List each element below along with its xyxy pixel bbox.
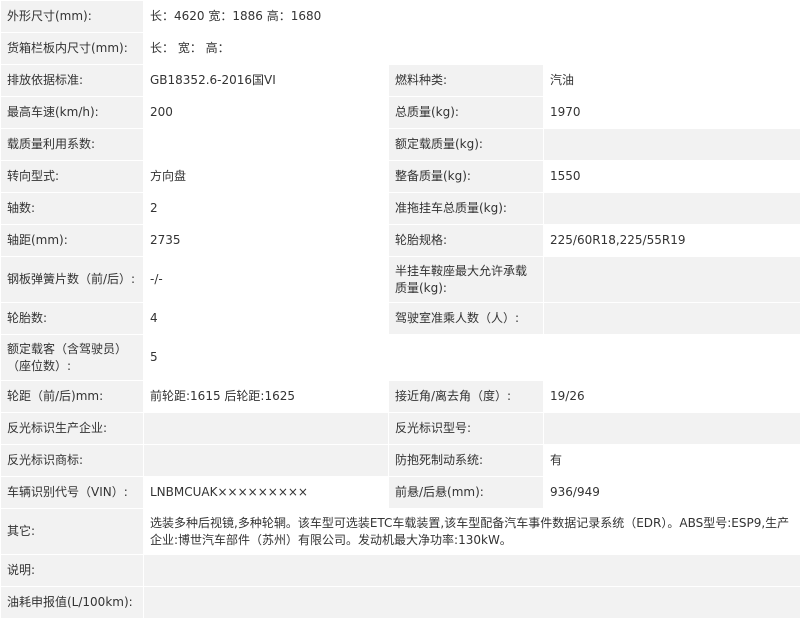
row-label: 半挂车鞍座最大允许承载质量(kg):	[389, 257, 544, 303]
row-label: 其它:	[1, 509, 144, 555]
row-value	[544, 257, 800, 303]
table-row: 最高车速(km/h): 200 总质量(kg): 1970	[1, 97, 800, 129]
row-label: 载质量利用系数:	[1, 129, 144, 161]
row-value: 汽油	[544, 65, 800, 97]
row-value: 有	[544, 445, 800, 477]
row-label: 说明:	[1, 555, 144, 587]
row-value	[544, 193, 800, 225]
row-value: GB18352.6-2016国VI	[144, 65, 389, 97]
row-label: 油耗申报值(L/100km):	[1, 587, 144, 619]
row-label: 最高车速(km/h):	[1, 97, 144, 129]
table-row: 油耗申报值(L/100km):	[1, 587, 800, 619]
row-label: 外形尺寸(mm):	[1, 1, 144, 33]
row-label: 转向型式:	[1, 161, 144, 193]
table-row: 反光标识商标: 防抱死制动系统: 有	[1, 445, 800, 477]
row-value: LNBMCUAK×××××××××	[144, 477, 389, 509]
row-value	[144, 445, 389, 477]
table-row: 货箱栏板内尺寸(mm): 长： 宽： 高：	[1, 33, 800, 65]
row-label: 总质量(kg):	[389, 97, 544, 129]
row-label: 轴距(mm):	[1, 225, 144, 257]
row-label: 轴数:	[1, 193, 144, 225]
table-row: 额定载客（含驾驶员）（座位数）: 5	[1, 335, 800, 381]
table-row: 外形尺寸(mm): 长：4620 宽：1886 高：1680	[1, 1, 800, 33]
row-value	[144, 413, 389, 445]
row-label: 额定载客（含驾驶员）（座位数）:	[1, 335, 144, 381]
row-value	[544, 413, 800, 445]
row-value: 225/60R18,225/55R19	[544, 225, 800, 257]
row-label: 反光标识生产企业:	[1, 413, 144, 445]
vehicle-spec-table: 外形尺寸(mm): 长：4620 宽：1886 高：1680 货箱栏板内尺寸(m…	[0, 0, 800, 619]
table-row: 排放依据标准: GB18352.6-2016国VI 燃料种类: 汽油	[1, 65, 800, 97]
table-row: 反光标识生产企业: 反光标识型号:	[1, 413, 800, 445]
table-row: 轴距(mm): 2735 轮胎规格: 225/60R18,225/55R19	[1, 225, 800, 257]
row-label: 驾驶室准乘人数（人）:	[389, 303, 544, 335]
row-value	[544, 129, 800, 161]
row-value: 4	[144, 303, 389, 335]
row-value: -/-	[144, 257, 389, 303]
row-value	[144, 587, 800, 619]
row-label: 反光标识商标:	[1, 445, 144, 477]
row-value	[144, 129, 389, 161]
row-value	[544, 303, 800, 335]
table-row: 轮距（前/后)mm: 前轮距:1615 后轮距:1625 接近角/离去角（度）:…	[1, 381, 800, 413]
table-row: 载质量利用系数: 额定载质量(kg):	[1, 129, 800, 161]
row-label: 前悬/后悬(mm):	[389, 477, 544, 509]
row-value: 5	[144, 335, 800, 381]
row-value: 200	[144, 97, 389, 129]
row-value: 长：4620 宽：1886 高：1680	[144, 1, 800, 33]
row-value: 1970	[544, 97, 800, 129]
row-label: 轮距（前/后)mm:	[1, 381, 144, 413]
row-label: 反光标识型号:	[389, 413, 544, 445]
row-value: 前轮距:1615 后轮距:1625	[144, 381, 389, 413]
row-value: 方向盘	[144, 161, 389, 193]
row-label: 准拖挂车总质量(kg):	[389, 193, 544, 225]
row-label: 整备质量(kg):	[389, 161, 544, 193]
row-value	[144, 555, 800, 587]
row-label: 防抱死制动系统:	[389, 445, 544, 477]
table-row: 车辆识别代号（VIN）: LNBMCUAK××××××××× 前悬/后悬(mm)…	[1, 477, 800, 509]
row-value: 1550	[544, 161, 800, 193]
row-label: 货箱栏板内尺寸(mm):	[1, 33, 144, 65]
table-row: 轮胎数: 4 驾驶室准乘人数（人）:	[1, 303, 800, 335]
row-value: 选装多种后视镜,多种轮辋。该车型可选装ETC车载装置,该车型配备汽车事件数据记录…	[144, 509, 800, 555]
table-row: 轴数: 2 准拖挂车总质量(kg):	[1, 193, 800, 225]
row-value: 936/949	[544, 477, 800, 509]
row-label: 排放依据标准:	[1, 65, 144, 97]
row-label: 轮胎数:	[1, 303, 144, 335]
row-label: 接近角/离去角（度）:	[389, 381, 544, 413]
row-label: 燃料种类:	[389, 65, 544, 97]
row-label: 额定载质量(kg):	[389, 129, 544, 161]
row-value: 2735	[144, 225, 389, 257]
row-label: 车辆识别代号（VIN）:	[1, 477, 144, 509]
row-value: 2	[144, 193, 389, 225]
row-label: 钢板弹簧片数（前/后）:	[1, 257, 144, 303]
row-value: 长： 宽： 高：	[144, 33, 800, 65]
table-row: 转向型式: 方向盘 整备质量(kg): 1550	[1, 161, 800, 193]
row-value: 19/26	[544, 381, 800, 413]
row-label: 轮胎规格:	[389, 225, 544, 257]
table-row: 钢板弹簧片数（前/后）: -/- 半挂车鞍座最大允许承载质量(kg):	[1, 257, 800, 303]
table-row: 其它: 选装多种后视镜,多种轮辋。该车型可选装ETC车载装置,该车型配备汽车事件…	[1, 509, 800, 555]
table-row: 说明:	[1, 555, 800, 587]
